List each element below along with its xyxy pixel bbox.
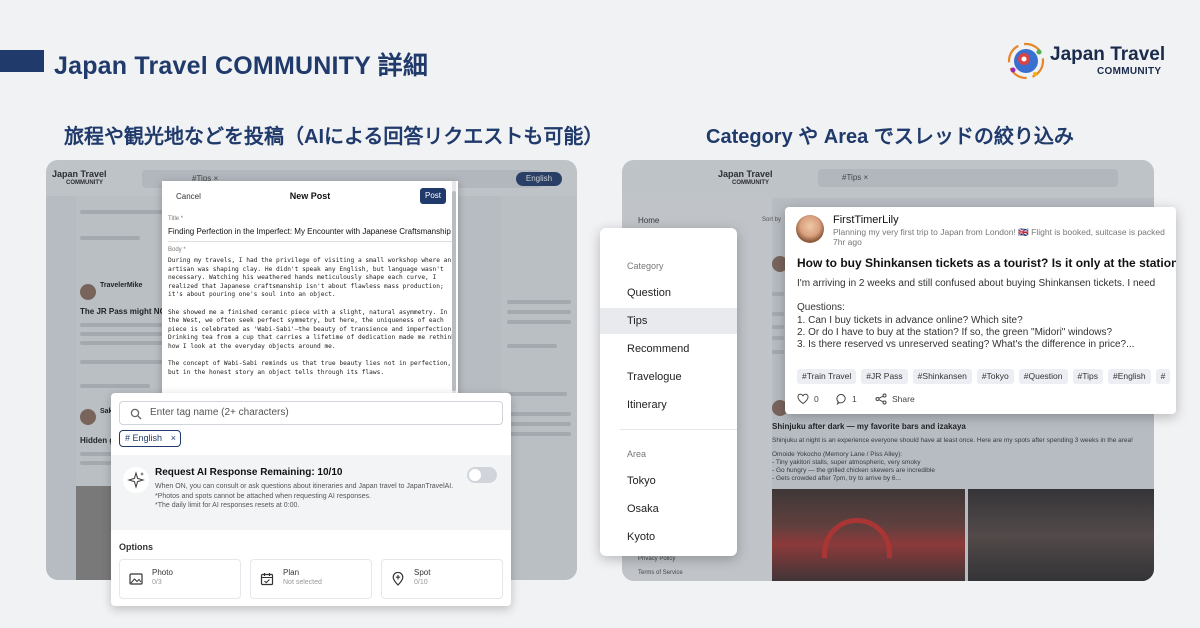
share-button[interactable]: Share: [892, 394, 915, 404]
ai-request-section: Request AI Response Remaining: 10/10 Whe…: [111, 455, 511, 530]
caption-left: 旅程や観光地などを投稿（AIによる回答リクエストも可能）: [64, 126, 604, 148]
filter-menu: Category Question Tips Recommend Travelo…: [600, 228, 737, 556]
pin-icon: [392, 572, 404, 586]
sparkle-icon: [123, 467, 149, 493]
author-bio: Planning my very first trip to Japan fro…: [833, 227, 1165, 237]
tag-ai-panel: Enter tag name (2+ characters) # English…: [111, 393, 511, 606]
title-label: Title *: [168, 216, 184, 222]
brand-logo: Japan Travel COMMUNITY: [1005, 40, 1175, 84]
tag-input[interactable]: Enter tag name (2+ characters): [119, 401, 503, 425]
tag-chip[interactable]: #Tips: [1072, 369, 1103, 384]
tag-input-placeholder: Enter tag name (2+ characters): [150, 407, 289, 418]
post-body: I'm arriving in 2 weeks and still confus…: [797, 278, 1156, 351]
ai-request-desc: When ON, you can consult or ask question…: [155, 483, 454, 509]
page-title: Japan Travel COMMUNITY 詳細: [54, 52, 429, 80]
ai-request-toggle[interactable]: [467, 467, 497, 483]
menu-item-tokyo[interactable]: Tokyo: [600, 468, 737, 494]
comment-count: 1: [852, 394, 857, 404]
menu-item-kyoto[interactable]: Kyoto: [600, 524, 737, 550]
tag-chip[interactable]: #English: [1108, 369, 1151, 384]
heart-icon[interactable]: [797, 393, 809, 405]
header-accent-bar: [0, 50, 44, 72]
tag-chip[interactable]: #Question: [1018, 369, 1068, 384]
modal-title: New Post: [289, 191, 331, 201]
post-timestamp: 7hr ago: [833, 237, 862, 247]
globe-logo-icon: [1007, 42, 1045, 80]
category-header: Category: [627, 261, 664, 271]
post-author[interactable]: FirstTimerLily: [833, 214, 899, 226]
tag-chip[interactable]: #JR Pass: [861, 369, 908, 384]
brand-subname: COMMUNITY: [1097, 66, 1162, 77]
post-card[interactable]: FirstTimerLily Planning my very first tr…: [785, 207, 1176, 414]
menu-item-travelogue[interactable]: Travelogue: [600, 364, 737, 390]
photo-option-button[interactable]: Photo 0/3: [119, 559, 241, 599]
cancel-button[interactable]: Cancel: [176, 192, 201, 201]
menu-divider: [620, 429, 737, 430]
body-textarea[interactable]: During my travels, I had the privilege o…: [168, 257, 456, 377]
menu-item-question[interactable]: Question: [600, 280, 737, 306]
tag-chip[interactable]: #Shinkansen: [912, 369, 972, 384]
area-header: Area: [627, 449, 647, 459]
menu-item-osaka[interactable]: Osaka: [600, 496, 737, 522]
remove-tag-icon[interactable]: ×: [171, 431, 176, 446]
search-icon: [130, 408, 142, 420]
caption-right: Category や Area でスレッドの絞り込み: [706, 126, 1074, 148]
post-title[interactable]: How to buy Shinkansen tickets as a touri…: [797, 256, 1176, 270]
title-field[interactable]: Finding Perfection in the Imperfect: My …: [168, 227, 451, 236]
tag-chip[interactable]: #Train Travel: [797, 369, 857, 384]
calendar-icon: [260, 573, 274, 586]
menu-item-tips[interactable]: Tips: [600, 308, 737, 334]
divider: [168, 241, 452, 242]
tag-list: #Train Travel #JR Pass #Shinkansen #Tokyo #Q…: [797, 366, 1176, 384]
photo-icon: [129, 573, 143, 585]
avatar[interactable]: [796, 215, 824, 243]
ai-request-title: Request AI Response Remaining: 10/10: [155, 467, 343, 478]
brand-name: Japan Travel: [1050, 44, 1166, 65]
toggle-knob: [469, 469, 481, 481]
tag-chip[interactable]: #Tokyo: [976, 369, 1014, 384]
share-icon[interactable]: [875, 393, 887, 405]
plan-option-button[interactable]: Plan Not selected: [250, 559, 372, 599]
spot-option-button[interactable]: Spot 0/10: [381, 559, 503, 599]
new-post-modal: New Post Cancel Post Title * Finding Per…: [162, 181, 458, 405]
like-count: 0: [814, 394, 819, 404]
body-label: Body *: [168, 247, 186, 253]
tag-chip[interactable]: #: [1155, 369, 1171, 384]
tag-chip-english[interactable]: # English ×: [119, 430, 182, 447]
post-button[interactable]: Post: [420, 188, 446, 204]
menu-item-recommend[interactable]: Recommend: [600, 336, 737, 362]
options-label: Options: [119, 542, 153, 552]
comment-icon[interactable]: [836, 393, 848, 405]
menu-item-itinerary[interactable]: Itinerary: [600, 392, 737, 418]
scrollbar-thumb[interactable]: [452, 191, 456, 391]
